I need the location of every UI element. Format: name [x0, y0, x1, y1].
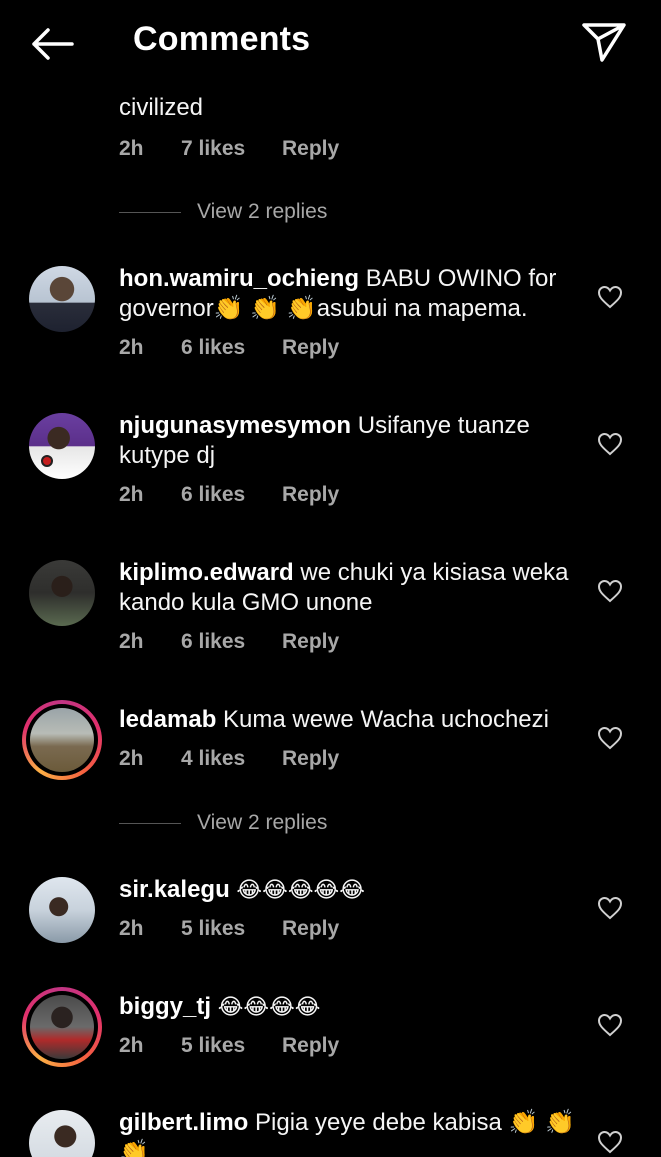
view-replies-label: View 2 replies [197, 811, 328, 834]
comment-body: 😂😂😂😂 [217, 994, 321, 1019]
comment-time: 2h [119, 483, 144, 506]
divider [119, 822, 181, 824]
heart-icon[interactable] [597, 896, 623, 920]
comment-text: sir.kalegu 😂😂😂😂😂 [119, 875, 579, 905]
comment-time: 2h [119, 917, 144, 940]
comment-text: kiplimo.edward we chuki ya kisiasa weka … [119, 558, 579, 618]
avatar[interactable] [29, 560, 95, 626]
comment-meta: 2h 6 likes Reply [119, 630, 339, 654]
comment-username[interactable]: kiplimo.edward [119, 559, 294, 586]
comment-username[interactable]: gilbert.limo [119, 1109, 248, 1136]
comment-text: gilbert.limo Pigia yeye debe kabisa 👏 👏 … [119, 1108, 579, 1157]
comment-likes[interactable]: 4 likes [181, 747, 282, 771]
heart-icon[interactable] [597, 1013, 623, 1037]
arrow-left-icon [32, 28, 74, 60]
heart-icon[interactable] [597, 1130, 623, 1154]
comment-likes[interactable]: 7 likes [181, 137, 282, 161]
share-button[interactable] [580, 20, 628, 64]
comment-body: civilized [119, 94, 204, 121]
comment-username[interactable]: biggy_tj [119, 993, 211, 1020]
comment-username[interactable]: sir.kalegu [119, 876, 230, 903]
comment-username[interactable]: njugunasymesymon [119, 412, 351, 439]
avatar[interactable] [29, 413, 95, 479]
comment-meta: 2h 5 likes Reply [119, 917, 339, 941]
comment-meta: 2h 6 likes Reply [119, 483, 339, 507]
comment-username[interactable]: ledamab [119, 706, 216, 733]
story-ring [26, 991, 98, 1063]
divider [119, 211, 181, 213]
reply-button[interactable]: Reply [282, 747, 339, 771]
comment-text: njugunasymesymon Usifanye tuanze kutype … [119, 411, 579, 471]
story-ring [26, 704, 98, 776]
back-button[interactable] [28, 22, 76, 66]
comment-likes[interactable]: 5 likes [181, 917, 282, 941]
comment-likes[interactable]: 6 likes [181, 630, 282, 654]
avatar[interactable] [29, 877, 95, 943]
comment-likes[interactable]: 6 likes [181, 336, 282, 360]
reply-button[interactable]: Reply [282, 630, 339, 654]
comments-list[interactable]: civilized 2h 7 likes Reply View 2 replies … [0, 88, 661, 1157]
avatar[interactable] [29, 1110, 95, 1157]
comment-time: 2h [119, 747, 144, 770]
comment-meta: 2h 4 likes Reply [119, 747, 339, 771]
avatar[interactable] [29, 266, 95, 332]
comment-time: 2h [119, 137, 144, 160]
comment-body: Kuma wewe Wacha uchochezi [223, 706, 549, 733]
reply-button[interactable]: Reply [282, 483, 339, 507]
comment-time: 2h [119, 1034, 144, 1057]
reply-button[interactable]: Reply [282, 1034, 339, 1058]
heart-icon[interactable] [597, 579, 623, 603]
page-title: Comments [133, 20, 311, 58]
view-replies-button[interactable]: View 2 replies [119, 811, 327, 835]
reply-button[interactable]: Reply [282, 137, 339, 161]
avatar[interactable] [22, 987, 102, 1067]
comment-time: 2h [119, 336, 144, 359]
top-bar: Comments [0, 0, 661, 88]
comment-text: biggy_tj 😂😂😂😂 [119, 992, 579, 1022]
heart-icon[interactable] [597, 285, 623, 309]
comment-likes[interactable]: 5 likes [181, 1034, 282, 1058]
heart-icon[interactable] [597, 432, 623, 456]
view-replies-button[interactable]: View 2 replies [119, 200, 327, 224]
avatar[interactable] [22, 700, 102, 780]
comment-meta: 2h 5 likes Reply [119, 1034, 339, 1058]
comment-body: 😂😂😂😂😂 [236, 877, 365, 902]
paper-plane-icon [582, 23, 626, 62]
comment-time: 2h [119, 630, 144, 653]
comment-text: civilized [119, 93, 579, 123]
heart-icon[interactable] [597, 726, 623, 750]
comment-text: ledamab Kuma wewe Wacha uchochezi [119, 705, 579, 735]
reply-button[interactable]: Reply [282, 917, 339, 941]
comment-username[interactable]: hon.wamiru_ochieng [119, 265, 359, 292]
comment-likes[interactable]: 6 likes [181, 483, 282, 507]
comment-meta: 2h 7 likes Reply [119, 137, 339, 161]
view-replies-label: View 2 replies [197, 200, 328, 223]
reply-button[interactable]: Reply [282, 336, 339, 360]
comment-text: hon.wamiru_ochieng BABU OWINO for govern… [119, 264, 579, 324]
comment-meta: 2h 6 likes Reply [119, 336, 339, 360]
